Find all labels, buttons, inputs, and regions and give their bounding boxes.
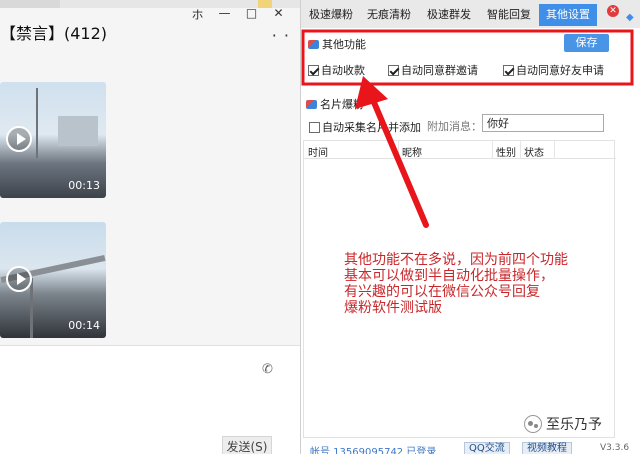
- watermark: 至乐乃予: [524, 414, 602, 434]
- status-bar: 帐号 13569095742 已登录 QQ交流 视频教程: [300, 442, 640, 454]
- tab-smart-reply[interactable]: 智能回复: [481, 4, 537, 26]
- table-header: 时间 昵称 性别 状态: [304, 141, 616, 159]
- minimize-button[interactable]: —: [211, 6, 238, 23]
- video-duration: 00:14: [68, 319, 100, 332]
- play-icon[interactable]: [6, 126, 32, 152]
- auto-accept-group-invite-checkbox[interactable]: 自动同意群邀请: [388, 62, 478, 78]
- annotation-text: 其他功能不在多说，因为前四个功能 基本可以做到半自动化批量操作， 有兴趣的可以在…: [344, 252, 604, 316]
- side-icon: ◆: [626, 12, 634, 23]
- checkbox-checked-icon[interactable]: [503, 64, 514, 76]
- auto-accept-friend-request-checkbox[interactable]: 自动同意好友申请: [503, 62, 604, 78]
- annotation-line: 有兴趣的可以在微信公众号回复: [344, 284, 540, 300]
- annotation-line: 其他功能不在多说，因为前四个功能: [344, 252, 568, 268]
- checkbox-checked-icon[interactable]: [308, 64, 319, 76]
- close-button[interactable]: ✕: [265, 6, 292, 23]
- other-functions-title: 其他功能: [308, 36, 366, 52]
- column-header-gender[interactable]: 性别: [496, 144, 516, 159]
- maximize-button[interactable]: □: [238, 6, 265, 23]
- qq-chat-button[interactable]: QQ交流: [464, 442, 510, 454]
- tab-bar: 极速爆粉 无痕清粉 极速群发 智能回复 其他设置: [301, 0, 640, 28]
- send-button[interactable]: 发送(S): [222, 436, 272, 454]
- tab-mass-send[interactable]: 极速群发: [421, 4, 477, 26]
- column-header-status[interactable]: 状态: [524, 144, 544, 159]
- chat-title: 【禁言】(412): [0, 24, 108, 43]
- attach-message-label: 附加消息：: [427, 120, 482, 133]
- chat-window: 【禁言】(412) ホ — □ ✕ · · 00:13 00:14 ✆ 发送(S…: [0, 0, 300, 454]
- checkbox-unchecked-icon[interactable]: [309, 121, 320, 133]
- column-header-time[interactable]: 时间: [308, 144, 328, 159]
- save-button[interactable]: 保存: [564, 34, 609, 52]
- tab-fast-boost[interactable]: 极速爆粉: [303, 4, 359, 26]
- section-icon: [308, 39, 319, 49]
- more-options-icon[interactable]: · ·: [272, 26, 290, 45]
- account-status: 帐号 13569095742 已登录: [310, 447, 437, 454]
- version-label: V3.3.6: [600, 443, 630, 453]
- video-duration: 00:13: [68, 179, 100, 192]
- checkbox-checked-icon[interactable]: [388, 64, 399, 76]
- annotation-line: 爆粉软件测试版: [344, 300, 442, 316]
- auto-receive-payment-checkbox[interactable]: 自动收款: [308, 62, 365, 78]
- close-icon[interactable]: ✕: [607, 5, 619, 17]
- annotation-line: 基本可以做到半自动化批量操作，: [344, 268, 554, 284]
- video-tutorial-button[interactable]: 视频教程: [522, 442, 572, 454]
- section-icon: [306, 99, 317, 109]
- window-controls: ホ — □ ✕: [184, 6, 292, 23]
- tab-trace-clean[interactable]: 无痕清粉: [361, 4, 417, 26]
- pin-button[interactable]: ホ: [184, 6, 211, 23]
- play-icon[interactable]: [6, 266, 32, 292]
- card-boost-title: 名片爆粉: [306, 96, 364, 112]
- voice-call-icon[interactable]: ✆: [262, 362, 273, 377]
- wechat-icon: [524, 415, 542, 433]
- auto-collect-card-checkbox[interactable]: 自动采集名片并添加: [309, 119, 421, 135]
- column-header-nickname[interactable]: 昵称: [402, 144, 422, 159]
- video-message-1[interactable]: 00:13: [0, 82, 106, 198]
- tab-other-settings[interactable]: 其他设置: [539, 4, 597, 26]
- attach-message-input[interactable]: [482, 114, 604, 132]
- video-message-2[interactable]: 00:14: [0, 222, 106, 338]
